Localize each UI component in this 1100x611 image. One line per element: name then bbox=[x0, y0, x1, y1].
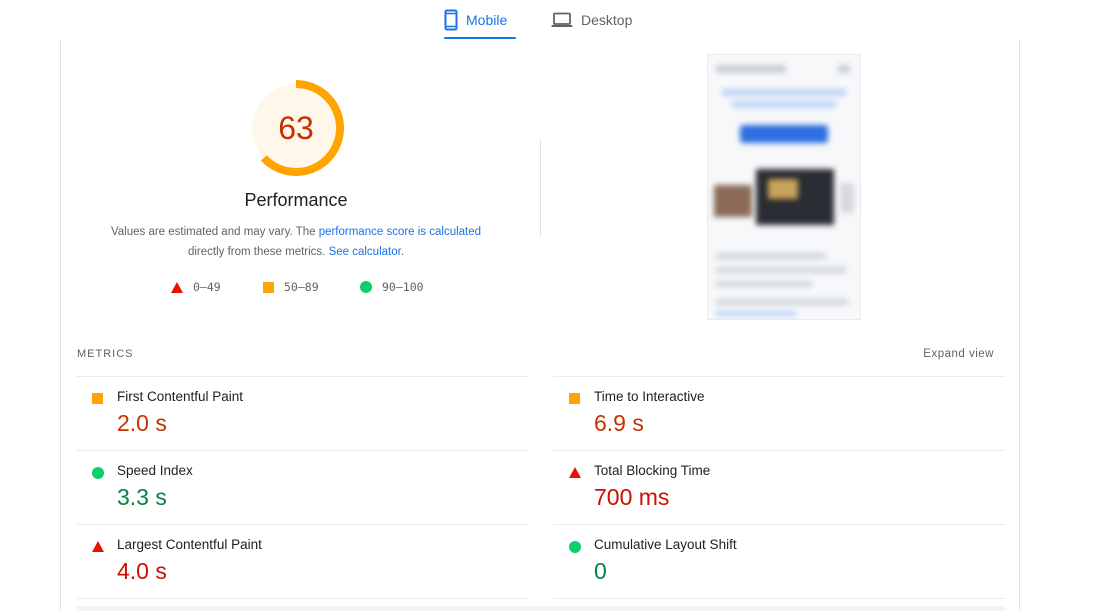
metric-value: 4.0 s bbox=[117, 558, 167, 584]
desc-text-2: directly from these metrics. bbox=[187, 246, 329, 258]
square-icon bbox=[92, 393, 103, 404]
metrics-column-left: First Contentful Paint 2.0 s Speed Index… bbox=[76, 376, 528, 598]
legend-average: 50–89 bbox=[263, 280, 319, 294]
metrics-divider-left bbox=[76, 598, 528, 599]
vertical-divider bbox=[540, 140, 541, 236]
metric-cumulative-layout-shift: Cumulative Layout Shift 0 bbox=[553, 524, 1005, 598]
legend-average-range: 50–89 bbox=[284, 280, 319, 294]
metric-name: First Contentful Paint bbox=[117, 389, 244, 404]
metric-value: 6.9 s bbox=[594, 410, 644, 436]
metrics-column-right: Time to Interactive 6.9 s Total Blocking… bbox=[553, 376, 1005, 598]
metric-name: Speed Index bbox=[117, 463, 193, 478]
legend-pass: 90–100 bbox=[360, 280, 424, 294]
circle-icon bbox=[92, 467, 104, 479]
metric-largest-contentful-paint: Largest Contentful Paint 4.0 s bbox=[76, 524, 528, 598]
metric-value: 2.0 s bbox=[117, 410, 167, 436]
square-icon bbox=[263, 281, 274, 293]
legend-fail-range: 0–49 bbox=[193, 280, 221, 294]
metric-first-contentful-paint: First Contentful Paint 2.0 s bbox=[76, 376, 528, 450]
square-icon bbox=[569, 393, 580, 404]
category-title: Performance bbox=[244, 190, 348, 210]
report-panel: 63 Performance Values are estimated and … bbox=[60, 40, 1020, 611]
phone-icon bbox=[444, 9, 458, 31]
metric-name: Total Blocking Time bbox=[594, 463, 711, 478]
metric-speed-index: Speed Index 3.3 s bbox=[76, 450, 528, 524]
legend-pass-range: 90–100 bbox=[382, 280, 424, 294]
score-calculated-link[interactable]: performance score is calculated bbox=[319, 226, 481, 238]
see-calculator-link[interactable]: See calculator bbox=[329, 246, 401, 258]
score-legend: 0–49 50–89 90–100 bbox=[61, 280, 531, 300]
circle-icon bbox=[360, 281, 372, 293]
legend-fail: 0–49 bbox=[171, 280, 221, 294]
metric-value: 3.3 s bbox=[117, 484, 167, 510]
next-section-strip bbox=[77, 606, 1005, 611]
score-value: 63 bbox=[278, 109, 314, 146]
tab-desktop-label: Desktop bbox=[581, 12, 633, 28]
metric-name: Cumulative Layout Shift bbox=[594, 537, 737, 552]
page-screenshot[interactable] bbox=[707, 54, 861, 320]
desc-text-end: . bbox=[400, 246, 405, 258]
triangle-icon bbox=[171, 281, 183, 293]
metric-value: 0 bbox=[594, 558, 607, 584]
triangle-icon bbox=[92, 541, 104, 552]
tab-mobile[interactable]: Mobile bbox=[444, 0, 516, 40]
metric-time-to-interactive: Time to Interactive 6.9 s bbox=[553, 376, 1005, 450]
desc-text-1: Values are estimated and may vary. The bbox=[110, 226, 319, 238]
metric-name: Largest Contentful Paint bbox=[117, 537, 262, 552]
expand-view-toggle[interactable]: Expand view bbox=[923, 348, 994, 360]
metric-total-blocking-time: Total Blocking Time 700 ms bbox=[553, 450, 1005, 524]
laptop-icon bbox=[551, 12, 573, 28]
tab-desktop[interactable]: Desktop bbox=[551, 0, 632, 40]
metric-name: Time to Interactive bbox=[594, 389, 705, 404]
metrics-heading: METRICS bbox=[77, 348, 134, 360]
circle-icon bbox=[569, 541, 581, 553]
triangle-icon bbox=[569, 467, 581, 478]
device-tabs: Mobile Desktop bbox=[0, 0, 1100, 40]
score-description: Values are estimated and may vary. The p… bbox=[81, 222, 511, 262]
tab-mobile-label: Mobile bbox=[466, 12, 508, 28]
metric-value: 700 ms bbox=[594, 484, 670, 510]
metrics-divider-right bbox=[553, 598, 1005, 599]
